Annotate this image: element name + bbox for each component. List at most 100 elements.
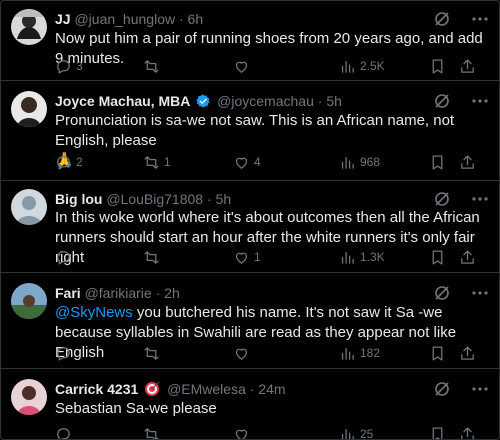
views-button[interactable]: 25 — [339, 424, 373, 439]
retweet-button[interactable] — [143, 424, 164, 439]
tweet-actions: 3 2.5K — [55, 56, 489, 76]
user-handle[interactable]: @LouBig71808 — [106, 191, 203, 207]
user-handle[interactable]: @EMwelesa — [167, 381, 246, 397]
reply-icon — [57, 59, 70, 74]
bookmark-icon — [432, 426, 443, 439]
share-button[interactable] — [459, 424, 476, 439]
avatar[interactable] — [11, 379, 47, 415]
bookmark-button[interactable] — [429, 247, 446, 267]
timestamp[interactable]: 6h — [188, 11, 204, 27]
like-button[interactable] — [233, 343, 254, 363]
share-icon — [461, 249, 474, 264]
reply-button[interactable]: 3 — [55, 56, 83, 76]
timestamp[interactable]: 24m — [258, 381, 285, 397]
share-icon — [461, 154, 474, 169]
view-count: 182 — [360, 346, 381, 360]
views-button[interactable]: 968 — [339, 152, 380, 172]
avatar[interactable] — [11, 9, 47, 45]
view-count: 968 — [360, 155, 381, 169]
display-name[interactable]: Joyce Machau, MBA — [55, 93, 190, 109]
more-icon[interactable] — [471, 92, 489, 110]
bookmark-button[interactable] — [429, 424, 446, 439]
bookmark-button[interactable] — [429, 152, 446, 172]
user-handle[interactable]: @joycemachau — [217, 93, 314, 109]
retweet-button[interactable] — [143, 247, 164, 267]
share-button[interactable] — [459, 247, 476, 267]
timestamp[interactable]: 5h — [216, 191, 232, 207]
more-icon[interactable] — [471, 380, 489, 398]
timestamp[interactable]: 2h — [164, 285, 180, 301]
tweet[interactable]: Fari @farikiarie · 2h @SkyNews you butch… — [1, 273, 499, 369]
views-icon — [341, 347, 354, 360]
target-emoji-icon — [145, 381, 160, 396]
user-handle[interactable]: @juan_hunglow — [74, 11, 175, 27]
retweet-button[interactable]: 1 — [143, 152, 171, 172]
heart-icon — [235, 252, 248, 264]
retweet-icon — [144, 155, 159, 169]
reply-count: 2 — [76, 155, 83, 169]
heart-icon — [235, 157, 248, 169]
grok-icon[interactable] — [433, 284, 451, 302]
like-button[interactable] — [233, 56, 254, 76]
tweet-text: Sebastian Sa-we please — [55, 400, 217, 417]
reply-button[interactable] — [55, 424, 76, 439]
avatar[interactable] — [11, 283, 47, 319]
tweet-top-icons — [433, 92, 489, 112]
retweet-icon — [144, 346, 159, 360]
avatar[interactable] — [11, 189, 47, 225]
grok-icon[interactable] — [433, 380, 451, 398]
reply-button[interactable] — [55, 247, 76, 267]
like-count: 1 — [254, 250, 261, 264]
views-button[interactable]: 182 — [339, 343, 380, 363]
tweet[interactable]: Carrick 4231 @EMwelesa · 24m Sebastian S… — [1, 369, 499, 439]
grok-icon[interactable] — [433, 92, 451, 110]
display-name[interactable]: Carrick 4231 — [55, 381, 138, 397]
display-name[interactable]: JJ — [55, 11, 71, 27]
tweet-header: Carrick 4231 @EMwelesa · 24m — [55, 379, 439, 399]
tweet-header: Joyce Machau, MBA @joycemachau · 5h — [55, 91, 439, 111]
display-name[interactable]: Fari — [55, 285, 81, 301]
grok-icon[interactable] — [433, 10, 451, 28]
more-icon[interactable] — [471, 284, 489, 302]
heart-icon — [235, 348, 248, 360]
reply-button[interactable]: 2 — [55, 152, 83, 172]
like-button[interactable]: 1 — [233, 247, 261, 267]
grok-icon[interactable] — [433, 190, 451, 208]
mention-link[interactable]: @SkyNews — [55, 304, 133, 321]
timestamp[interactable]: 5h — [326, 93, 342, 109]
views-icon — [341, 251, 354, 264]
tweet-header: JJ @juan_hunglow · 6h — [55, 9, 439, 29]
share-button[interactable] — [459, 152, 476, 172]
reply-button[interactable] — [55, 343, 76, 363]
tweet[interactable]: JJ @juan_hunglow · 6h Now put him a pair… — [1, 1, 499, 81]
tweet-top-icons — [433, 190, 489, 210]
views-button[interactable]: 1.3K — [339, 247, 385, 267]
bookmark-button[interactable] — [429, 56, 446, 76]
share-button[interactable] — [459, 343, 476, 363]
bookmark-button[interactable] — [429, 343, 446, 363]
retweet-button[interactable] — [143, 56, 164, 76]
share-icon — [461, 426, 474, 439]
tweet[interactable]: Big lou @LouBig71808 · 5h In this woke w… — [1, 181, 499, 273]
reply-count: 3 — [76, 59, 83, 73]
views-icon — [341, 60, 354, 73]
share-button[interactable] — [459, 56, 476, 76]
retweet-button[interactable] — [143, 343, 164, 363]
separator-dot: · — [317, 93, 323, 109]
more-icon[interactable] — [471, 10, 489, 28]
bookmark-icon — [432, 154, 443, 170]
avatar[interactable] — [11, 91, 47, 127]
like-button[interactable] — [233, 424, 254, 439]
like-button[interactable]: 4 — [233, 152, 261, 172]
views-button[interactable]: 2.5K — [339, 56, 385, 76]
display-name[interactable]: Big lou — [55, 191, 102, 207]
separator-dot: · — [178, 11, 184, 27]
reply-icon — [57, 427, 70, 439]
tweet[interactable]: Joyce Machau, MBA @joycemachau · 5h Pron… — [1, 81, 499, 181]
more-icon[interactable] — [471, 190, 489, 208]
reply-icon — [57, 155, 70, 170]
view-count: 1.3K — [360, 250, 385, 264]
verified-badge-icon — [196, 94, 210, 108]
tweet-actions: 182 — [55, 343, 489, 363]
user-handle[interactable]: @farikiarie — [85, 285, 152, 301]
